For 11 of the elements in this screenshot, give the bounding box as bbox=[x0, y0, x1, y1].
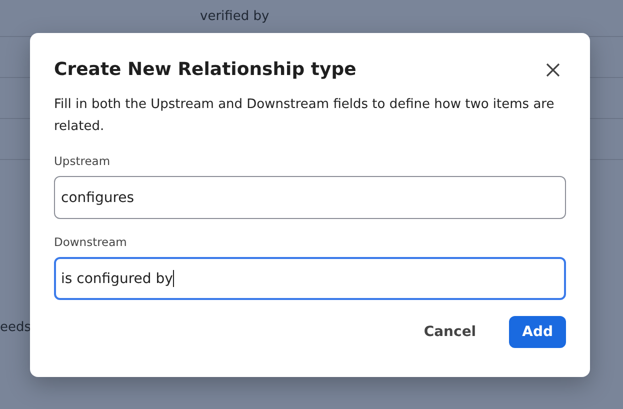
add-button[interactable]: Add bbox=[509, 316, 566, 348]
dialog-description: Fill in both the Upstream and Downstream fields to define how two items are related. bbox=[54, 96, 556, 136]
field-label: Upstream bbox=[54, 154, 112, 168]
text-field[interactable]: configures bbox=[54, 176, 566, 219]
table-cell: eeds bbox=[0, 320, 32, 335]
table-cell: verified by bbox=[200, 9, 270, 24]
cancel-button[interactable]: Cancel bbox=[410, 316, 490, 348]
text-field[interactable]: is configured by bbox=[54, 257, 566, 300]
close-icon[interactable] bbox=[546, 62, 560, 76]
field-label: Downstream bbox=[54, 235, 128, 249]
dialog-title: Create New Relationship type bbox=[54, 59, 356, 80]
